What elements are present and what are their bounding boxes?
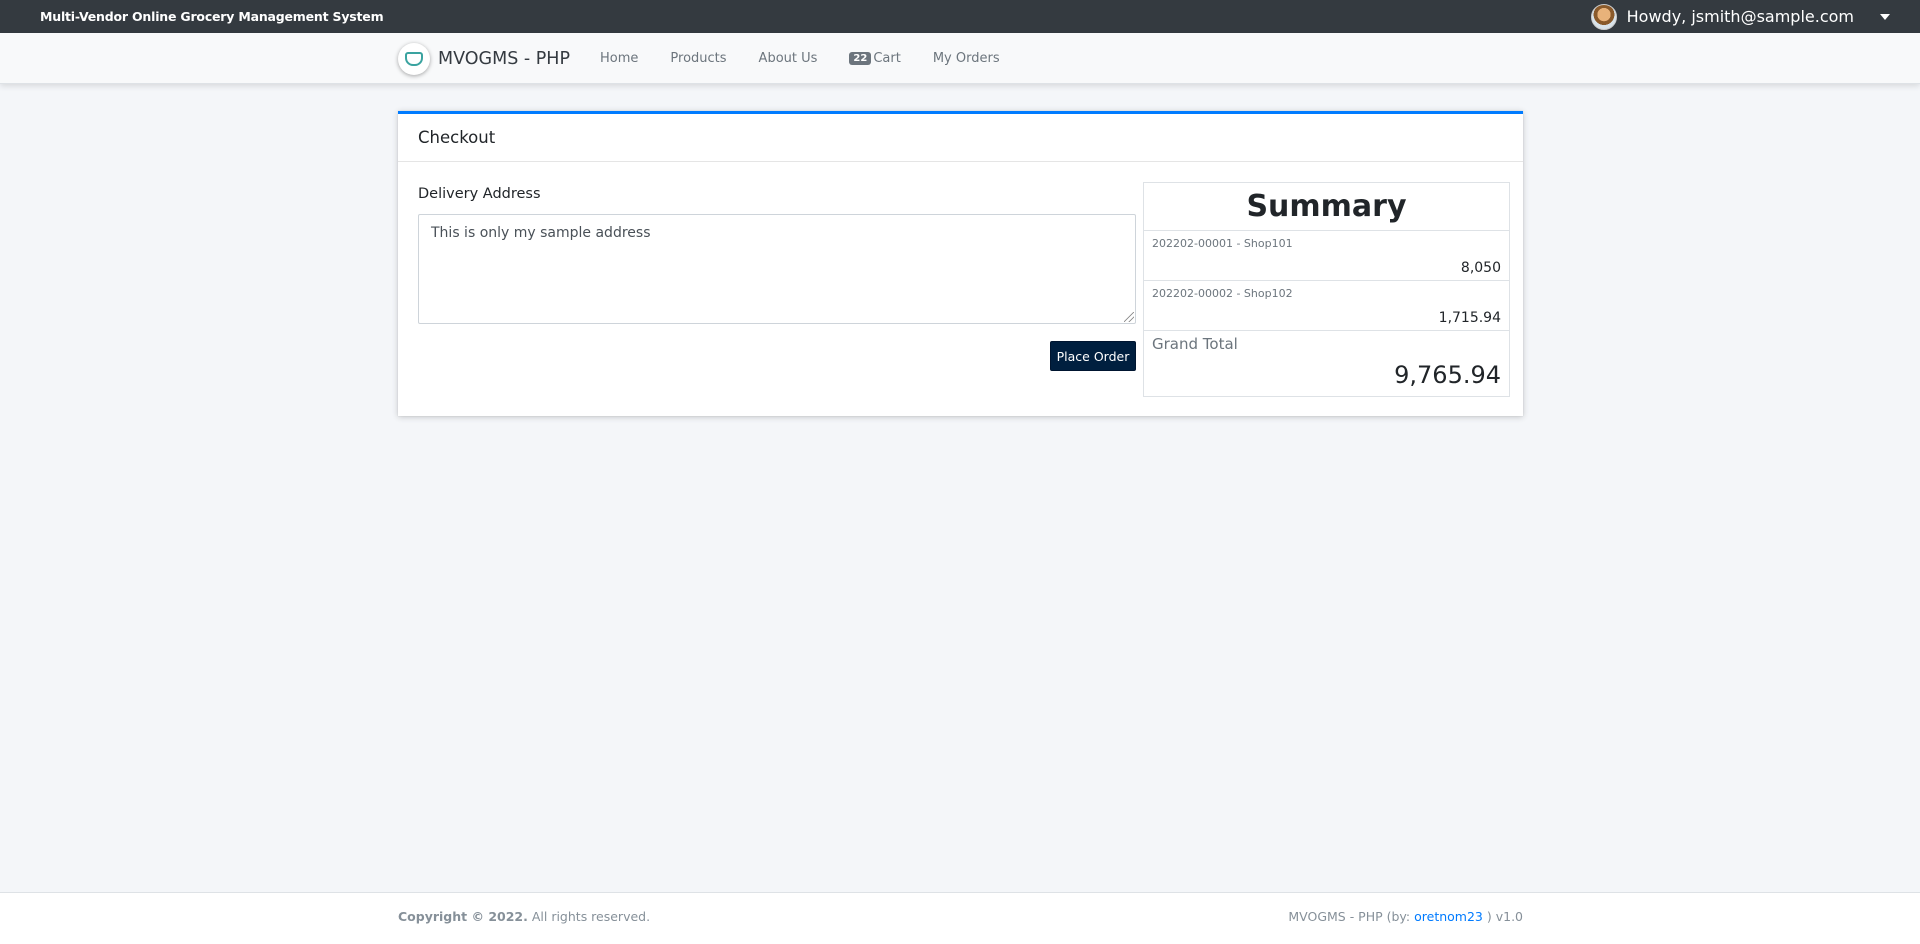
- nav-products[interactable]: Products: [654, 51, 742, 66]
- avatar: [1590, 3, 1617, 30]
- summary-item-code: 202202-00001 - Shop101: [1152, 237, 1293, 250]
- caret-down-icon[interactable]: [1880, 13, 1890, 20]
- user-menu[interactable]: Howdy, jsmith@sample.com: [1590, 3, 1890, 30]
- summary-item-code: 202202-00002 - Shop102: [1152, 287, 1293, 300]
- credit-suffix: ) v1.0: [1482, 909, 1523, 924]
- nav-cart[interactable]: 22 Cart: [833, 51, 916, 66]
- place-order-button[interactable]: Place Order: [1050, 341, 1136, 371]
- nav-my-orders[interactable]: My Orders: [917, 51, 1016, 66]
- nav-about[interactable]: About Us: [743, 51, 834, 66]
- user-greeting[interactable]: Howdy, jsmith@sample.com: [1627, 7, 1854, 26]
- nav-cart-label: Cart: [873, 51, 901, 66]
- copyright: Copyright © 2022. All rights reserved.: [398, 909, 650, 924]
- grand-total-value: 9,765.94: [1394, 361, 1501, 389]
- copyright-year: Copyright © 2022.: [398, 909, 528, 924]
- credit: MVOGMS - PHP (by: oretnom23 ) v1.0: [1288, 909, 1523, 924]
- nav-home[interactable]: Home: [584, 51, 654, 66]
- delivery-address-input[interactable]: This is only my sample address: [418, 214, 1136, 324]
- footer: Copyright © 2022. All rights reserved. M…: [0, 892, 1920, 944]
- delivery-address-label: Delivery Address: [418, 186, 541, 202]
- credit-prefix: MVOGMS - PHP (by:: [1288, 909, 1415, 924]
- grand-total: Grand Total 9,765.94: [1144, 331, 1509, 397]
- top-bar: Multi-Vendor Online Grocery Management S…: [0, 0, 1920, 33]
- summary-item: 202202-00001 - Shop101 8,050: [1144, 231, 1509, 281]
- navbar: MVOGMS - PHP Home Products About Us 22 C…: [0, 33, 1920, 84]
- summary-title: Summary: [1144, 183, 1509, 231]
- system-title: Multi-Vendor Online Grocery Management S…: [40, 9, 384, 24]
- summary-item: 202202-00002 - Shop102 1,715.94: [1144, 281, 1509, 331]
- author-link[interactable]: oretnom23: [1414, 909, 1483, 924]
- summary-item-amount: 1,715.94: [1438, 310, 1501, 326]
- cart-count-badge: 22: [849, 52, 872, 65]
- resize-handle-icon[interactable]: [1124, 312, 1134, 322]
- card-title: Checkout: [398, 114, 1523, 162]
- grand-total-label: Grand Total: [1152, 335, 1238, 353]
- summary-item-amount: 8,050: [1460, 260, 1501, 276]
- order-summary: Summary 202202-00001 - Shop101 8,050 202…: [1143, 182, 1510, 397]
- checkout-card: Checkout Delivery Address This is only m…: [398, 111, 1523, 416]
- cart-logo-icon: [405, 51, 423, 66]
- copyright-rest: All rights reserved.: [527, 909, 651, 924]
- brand-logo[interactable]: [398, 42, 430, 75]
- brand-name[interactable]: MVOGMS - PHP: [438, 49, 570, 69]
